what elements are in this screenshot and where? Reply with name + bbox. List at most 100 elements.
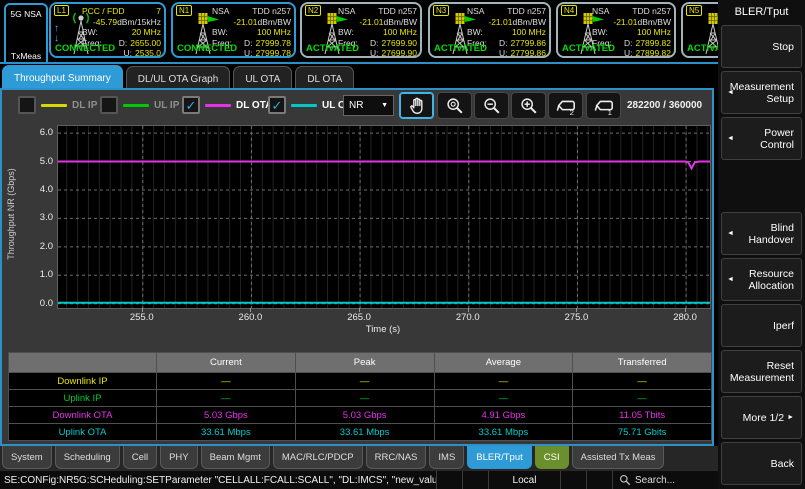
- bottom-tab[interactable]: Scheduling: [55, 446, 120, 469]
- sidebar-title: BLER/Tput: [721, 2, 802, 22]
- cell-band-label: TDD n257: [378, 6, 417, 17]
- bottom-tab-label: BLER/Tput: [476, 452, 522, 463]
- cell-power-value: -45.79: [93, 17, 117, 28]
- cell-bw-value: 20 MHz: [132, 27, 161, 38]
- cell-ul-freq: 27799.86: [511, 48, 546, 59]
- check-icon: ✓: [272, 99, 283, 112]
- status-cell: [436, 471, 462, 489]
- cell-status-box[interactable]: N4 ↑↓ NSATDD n257 -21.01dBm/BW BW:100 MH: [556, 2, 676, 58]
- zoom-region-1-button[interactable]: 1: [586, 92, 621, 119]
- zoom-in-button[interactable]: [511, 92, 546, 119]
- cell-dl-freq: 27699.90: [382, 38, 417, 48]
- legend-checkbox[interactable]: ✓: [182, 96, 200, 114]
- legend-label: DL OTA: [236, 100, 272, 111]
- search-icon: [619, 474, 631, 486]
- more-arrow-icon: ►: [787, 412, 794, 424]
- y-tick-label: 6.0: [40, 127, 53, 138]
- local-button[interactable]: Local: [488, 471, 560, 489]
- status-cell: [560, 471, 586, 489]
- instrument-screen: 5G NSA TxMeas L1 ↑↓ PCC /: [0, 0, 805, 489]
- sidebar-button[interactable]: ◄ More 1/2 ►: [721, 396, 802, 439]
- pan-tool-button[interactable]: [399, 92, 434, 119]
- cell-power-unit: dBm/15kHz: [117, 17, 161, 28]
- legend-label: UL IP: [154, 100, 179, 111]
- cell-status-box[interactable]: N3 ↑↓ NSATDD n257 -21.01dBm/BW BW:100 MH: [428, 2, 551, 58]
- rat-dropdown[interactable]: NR ▼: [343, 95, 394, 116]
- sidebar-button[interactable]: ◄ Resource Allocation ►: [721, 258, 802, 301]
- cell-bw-value: 100 MHz: [257, 27, 291, 38]
- sidebar-button[interactable]: ◄ Measurement Setup ►: [721, 71, 802, 114]
- cell-bw-label: BW:: [592, 27, 608, 38]
- sidebar-button[interactable]: ◄ Reset Measurement ►: [721, 350, 802, 393]
- bottom-tab[interactable]: Assisted Tx Meas: [572, 446, 665, 469]
- legend-checkbox[interactable]: ✓: [100, 96, 118, 114]
- bottom-tab[interactable]: RRC/NAS: [366, 446, 427, 469]
- legend-checkbox[interactable]: ✓: [268, 96, 286, 114]
- bottom-tab[interactable]: PHY: [160, 446, 198, 469]
- cell-connection-status: CONNECTED: [177, 43, 237, 54]
- cell-dl-label: D:: [244, 38, 253, 48]
- submenu-arrow-icon: ◄: [727, 228, 734, 240]
- bottom-tab[interactable]: MAC/RLC/PDCP: [273, 446, 363, 469]
- sidebar-button-label: Back: [771, 458, 794, 470]
- table-row-label: Downlink OTA: [9, 407, 156, 423]
- cell-status-box[interactable]: N5 ↑↓: [681, 2, 718, 58]
- legend-checkbox[interactable]: ✓: [18, 96, 36, 114]
- sidebar-button[interactable]: ◄ Back ►: [721, 442, 802, 485]
- cell-status-box[interactable]: N2 ↑↓ NSATDD n257 -21.01dBm/BW BW:100 MH: [300, 2, 422, 58]
- bottom-tab[interactable]: IMS: [429, 446, 464, 469]
- bottom-tab-label: Beam Mgmt: [210, 452, 261, 463]
- y-axis-label: Throughput NR (Gbps): [6, 149, 16, 279]
- table-cell-peak: —: [296, 373, 434, 389]
- x-tick-label: 280.0: [673, 312, 697, 323]
- cell-status-box[interactable]: L1 ↑↓ PCC / FDD7 -45.79dBm/15kHz BW:20 M: [49, 2, 166, 58]
- mode-label: 5G NSA: [10, 9, 41, 19]
- top-tab-label: DL OTA: [307, 74, 342, 85]
- bottom-tab-label: System: [11, 452, 43, 463]
- top-tab-label: Throughput Summary: [14, 73, 111, 84]
- table-cell-peak: 5.03 Gbps: [296, 407, 434, 423]
- top-tab-label: UL OTA: [245, 74, 280, 85]
- throughput-chart-plot[interactable]: [57, 125, 711, 309]
- x-tick-label: 270.0: [456, 312, 480, 323]
- scpi-command-text: SE:CONFig:NR5G:SCHeduling:SETParameter "…: [0, 475, 436, 486]
- table-cell-average: 4.91 Gbps: [435, 407, 573, 423]
- legend-color-line: [205, 104, 231, 107]
- sidebar-button[interactable]: ◄ Stop ►: [721, 25, 802, 68]
- sidebar-button-label: Power Control: [736, 127, 794, 151]
- bottom-tab[interactable]: Beam Mgmt: [201, 446, 270, 469]
- legend-item[interactable]: ✓ UL IP: [100, 96, 179, 114]
- bottom-tab-label: IMS: [438, 452, 455, 463]
- table-cell-transferred: 75.71 Gbits: [573, 424, 711, 440]
- bottom-tab[interactable]: CSI: [535, 446, 569, 469]
- zoom-fit-button[interactable]: [437, 92, 472, 119]
- zoom-out-button[interactable]: [474, 92, 509, 119]
- legend-item[interactable]: ✓ DL OTA: [182, 96, 272, 114]
- cell-power-value: -21.01: [488, 17, 512, 28]
- table-cell-average: —: [435, 390, 573, 406]
- sidebar-button[interactable]: ◄ Power Control ►: [721, 117, 802, 160]
- cell-status-row: 5G NSA TxMeas L1 ↑↓ PCC /: [0, 0, 718, 64]
- bottom-tab[interactable]: System: [2, 446, 52, 469]
- cell-power-unit: dBm/BW: [637, 17, 671, 28]
- sidebar-button[interactable]: ◄ Blind Handover ►: [721, 212, 802, 255]
- table-cell-peak: 33.61 Mbps: [296, 424, 434, 440]
- legend-color-line: [291, 104, 317, 107]
- bottom-tab-label: CSI: [544, 452, 560, 463]
- zoom-region-2-button[interactable]: 2: [548, 92, 583, 119]
- y-tick-label: 0.0: [40, 298, 53, 309]
- cell-status-box[interactable]: N1 ↑↓ NSATDD n257 -21.01dBm/BW BW:100 MH: [171, 2, 296, 58]
- bottom-tab[interactable]: Cell: [123, 446, 157, 469]
- column-header-transferred: Transferred: [573, 353, 711, 372]
- legend-item[interactable]: ✓ DL IP: [18, 96, 97, 114]
- hand-icon: [407, 96, 427, 116]
- mode-box[interactable]: 5G NSA TxMeas: [4, 3, 48, 64]
- cell-ul-label: U:: [124, 48, 133, 59]
- search-field[interactable]: Search...: [612, 471, 718, 489]
- sidebar-button[interactable]: ◄ Iperf ►: [721, 304, 802, 347]
- ul-dl-activity-arrows: ↑↓: [54, 24, 59, 44]
- y-tick-label: 1.0: [40, 269, 53, 280]
- cell-power-unit: dBm/BW: [257, 17, 291, 28]
- bottom-tab-label: Cell: [132, 452, 148, 463]
- bottom-tab[interactable]: BLER/Tput: [467, 446, 531, 469]
